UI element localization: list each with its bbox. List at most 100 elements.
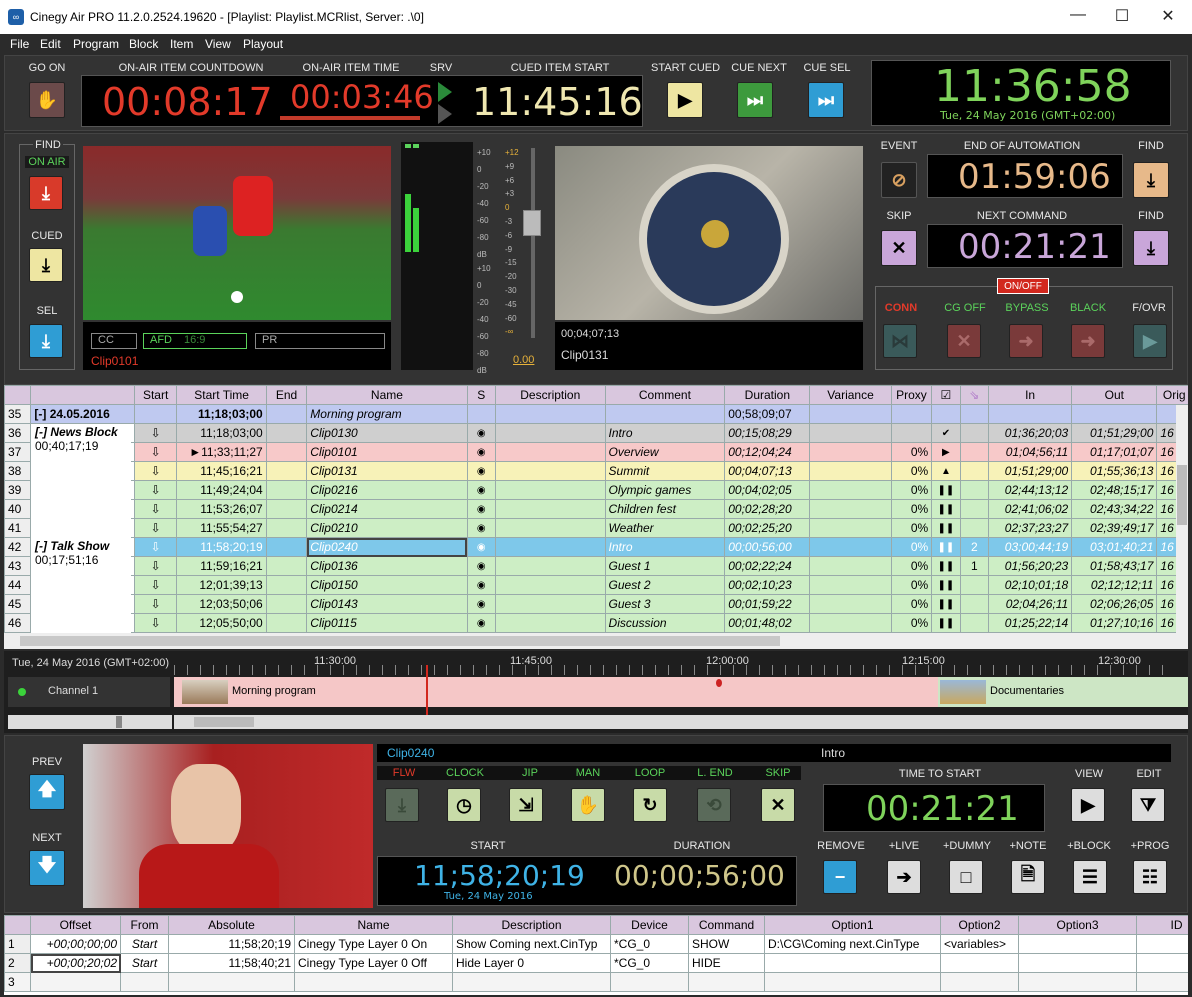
vscroll-thumb[interactable]	[1177, 465, 1187, 525]
cmd-cell-name[interactable]	[294, 972, 453, 992]
add-dummy-button[interactable]: □	[949, 860, 983, 894]
start-time[interactable]: 12;05;50;00	[176, 613, 267, 633]
flw-button[interactable]: ⤓	[385, 788, 419, 822]
playlist-row[interactable]: 41 ⇩ 11;55;54;27 Clip0210 ◉ Weather 00;02;25;2…	[4, 518, 1188, 538]
cmd-cell-option1[interactable]: D:\CG\Coming next.CinType	[764, 934, 941, 954]
playlist-hscroll[interactable]	[4, 633, 1188, 649]
start-cued-button[interactable]: ▶	[667, 82, 703, 118]
col-end[interactable]: End	[265, 385, 308, 405]
conn-button[interactable]: ⋈	[883, 324, 917, 358]
view-button[interactable]: ▶	[1071, 788, 1105, 822]
add-live-button[interactable]: ➔	[887, 860, 921, 894]
close-button[interactable]: ✕	[1158, 6, 1178, 26]
cmd-cell-command[interactable]: SHOW	[688, 934, 765, 954]
cmd-col-device[interactable]: Device	[610, 915, 689, 935]
maximize-button[interactable]: ☐	[1112, 6, 1132, 26]
black-button[interactable]: ➜	[1071, 324, 1105, 358]
find-eoa-button[interactable]: ⤓	[1133, 162, 1169, 198]
col-check[interactable]: ☑	[931, 385, 961, 405]
cmd-col-from[interactable]: From	[120, 915, 169, 935]
find-on-air-button[interactable]: ⤓	[29, 176, 63, 210]
col-orig[interactable]: Orig	[1156, 385, 1188, 405]
col-name[interactable]: Name	[306, 385, 468, 405]
cmd-cell-offset[interactable]: +00;00;20;02	[30, 953, 121, 973]
add-note-button[interactable]: 🗎	[1011, 860, 1045, 894]
col-variance[interactable]: Variance	[809, 385, 892, 405]
menu-block[interactable]: Block	[129, 37, 158, 51]
cmd-cell-device[interactable]: *CG_0	[610, 953, 689, 973]
cmd-cell-absolute[interactable]	[168, 972, 295, 992]
cmd-cell-description[interactable]: Hide Layer 0	[452, 953, 611, 973]
edit-button[interactable]: ⧩	[1131, 788, 1165, 822]
cmd-cell-option3[interactable]	[1018, 953, 1137, 973]
cmd-col-option1[interactable]: Option1	[764, 915, 941, 935]
playlist-vscroll[interactable]	[1176, 405, 1188, 649]
cmd-cell-absolute[interactable]: 11;58;20;19	[168, 934, 295, 954]
cmd-cell-id[interactable]	[1136, 953, 1188, 973]
playhead[interactable]	[426, 665, 428, 715]
clip-name[interactable]: Clip0143	[306, 594, 468, 614]
news-block-cell[interactable]: [-] News Block 00;40;17;19	[31, 425, 131, 538]
cmd-cell-device[interactable]	[610, 972, 689, 992]
cmd-cell-device[interactable]: *CG_0	[610, 934, 689, 954]
col-description[interactable]: Description	[494, 385, 606, 405]
zoom-thumb[interactable]	[116, 716, 122, 728]
prev-button[interactable]: 🡅	[29, 774, 65, 810]
clip-name[interactable]: Clip0214	[306, 499, 468, 519]
cmd-cell-option1[interactable]	[764, 953, 941, 973]
cmd-col-option2[interactable]: Option2	[940, 915, 1019, 935]
loop-button[interactable]: ↻	[633, 788, 667, 822]
cmd-col-description[interactable]: Description	[452, 915, 611, 935]
start-time[interactable]: 12;03;50;06	[176, 594, 267, 614]
clip-name[interactable]: Clip0115	[306, 613, 468, 633]
man-button[interactable]: ✋	[571, 788, 605, 822]
timeline-track[interactable]: Morning program Documentaries	[174, 677, 1188, 707]
start-time[interactable]: 11;59;16;21	[176, 556, 267, 576]
find-cued-button[interactable]: ⤓	[29, 248, 63, 282]
start-time[interactable]: 12;01;39;13	[176, 575, 267, 595]
add-prog-button[interactable]: ☷	[1133, 860, 1167, 894]
menu-playout[interactable]: Playout	[243, 37, 283, 51]
remove-button[interactable]: −	[823, 860, 857, 894]
start-time[interactable]: ►11;33;11;27	[176, 442, 267, 462]
cmd-col-name[interactable]: Name	[294, 915, 453, 935]
find-next-button[interactable]: ⤓	[1133, 230, 1169, 266]
col-start[interactable]: Start	[133, 385, 178, 405]
col-arrow[interactable]: ⇘	[959, 385, 990, 405]
playlist-row[interactable]: 45 ⇩ 12;03;50;06 Clip0143 ◉ Guest 3 00;01;59;2…	[4, 594, 1188, 614]
menu-item[interactable]: Item	[170, 37, 193, 51]
playlist-row[interactable]: 39 ⇩ 11;49;24;04 Clip0216 ◉ Olympic games 00;0…	[4, 480, 1188, 500]
cmd-col-command[interactable]: Command	[688, 915, 765, 935]
playlist-row[interactable]: 38 ⇩ 11;45;16;21 Clip0131 ◉ Summit 00;04;07;13…	[4, 461, 1188, 481]
start-time[interactable]: 11;45;16;21	[176, 461, 267, 481]
jip-button[interactable]: ⇲	[509, 788, 543, 822]
command-row[interactable]: 2 +00;00;20;02 Start 11;58;40;21 Cinegy Type…	[4, 953, 1188, 973]
playlist-row[interactable]: 37 ⇩ ►11;33;11;27 Clip0101 ◉ Overview 00;12;04…	[4, 442, 1188, 462]
playlist-row[interactable]: 40 ⇩ 11;53;26;07 Clip0214 ◉ Children fest 00;0…	[4, 499, 1188, 519]
cmd-cell-command[interactable]: HIDE	[688, 953, 765, 973]
cmd-cell-id[interactable]	[1136, 972, 1188, 992]
menu-program[interactable]: Program	[73, 37, 119, 51]
bypass-button[interactable]: ➜	[1009, 324, 1043, 358]
fovr-button[interactable]: ▶	[1133, 324, 1167, 358]
cmd-cell-name[interactable]: Cinegy Type Layer 0 On	[294, 934, 453, 954]
cmd-cell-name[interactable]: Cinegy Type Layer 0 Off	[294, 953, 453, 973]
lend-button[interactable]: ⟲	[697, 788, 731, 822]
cmd-col-offset[interactable]: Offset	[30, 915, 121, 935]
menu-view[interactable]: View	[205, 37, 231, 51]
clip-name[interactable]: Clip0210	[306, 518, 468, 538]
playlist-row[interactable]: 44 ⇩ 12;01;39;13 Clip0150 ◉ Guest 2 00;02;10;2…	[4, 575, 1188, 595]
col-comment[interactable]: Comment	[604, 385, 726, 405]
cgoff-button[interactable]: ✕	[947, 324, 981, 358]
start-time[interactable]: 11;18;03;00	[176, 423, 267, 443]
cmd-cell-option1[interactable]	[764, 972, 941, 992]
playlist-row[interactable]: 36 ⇩ 11;18;03;00 Clip0130 ◉ Intro 00;15;08;29 ✔…	[4, 423, 1188, 443]
cmd-col-absolute[interactable]: Absolute	[168, 915, 295, 935]
cmd-cell-option2[interactable]	[940, 953, 1019, 973]
cmd-cell-offset[interactable]: +00;00;00;00	[30, 934, 121, 954]
col-in[interactable]: In	[988, 385, 1073, 405]
talk-show-cell[interactable]: [-] Talk Show 00;17;51;16	[31, 539, 131, 635]
cmd-cell-option2[interactable]: <variables>	[940, 934, 1019, 954]
cmd-cell-option2[interactable]	[940, 972, 1019, 992]
cmd-cell-description[interactable]	[452, 972, 611, 992]
